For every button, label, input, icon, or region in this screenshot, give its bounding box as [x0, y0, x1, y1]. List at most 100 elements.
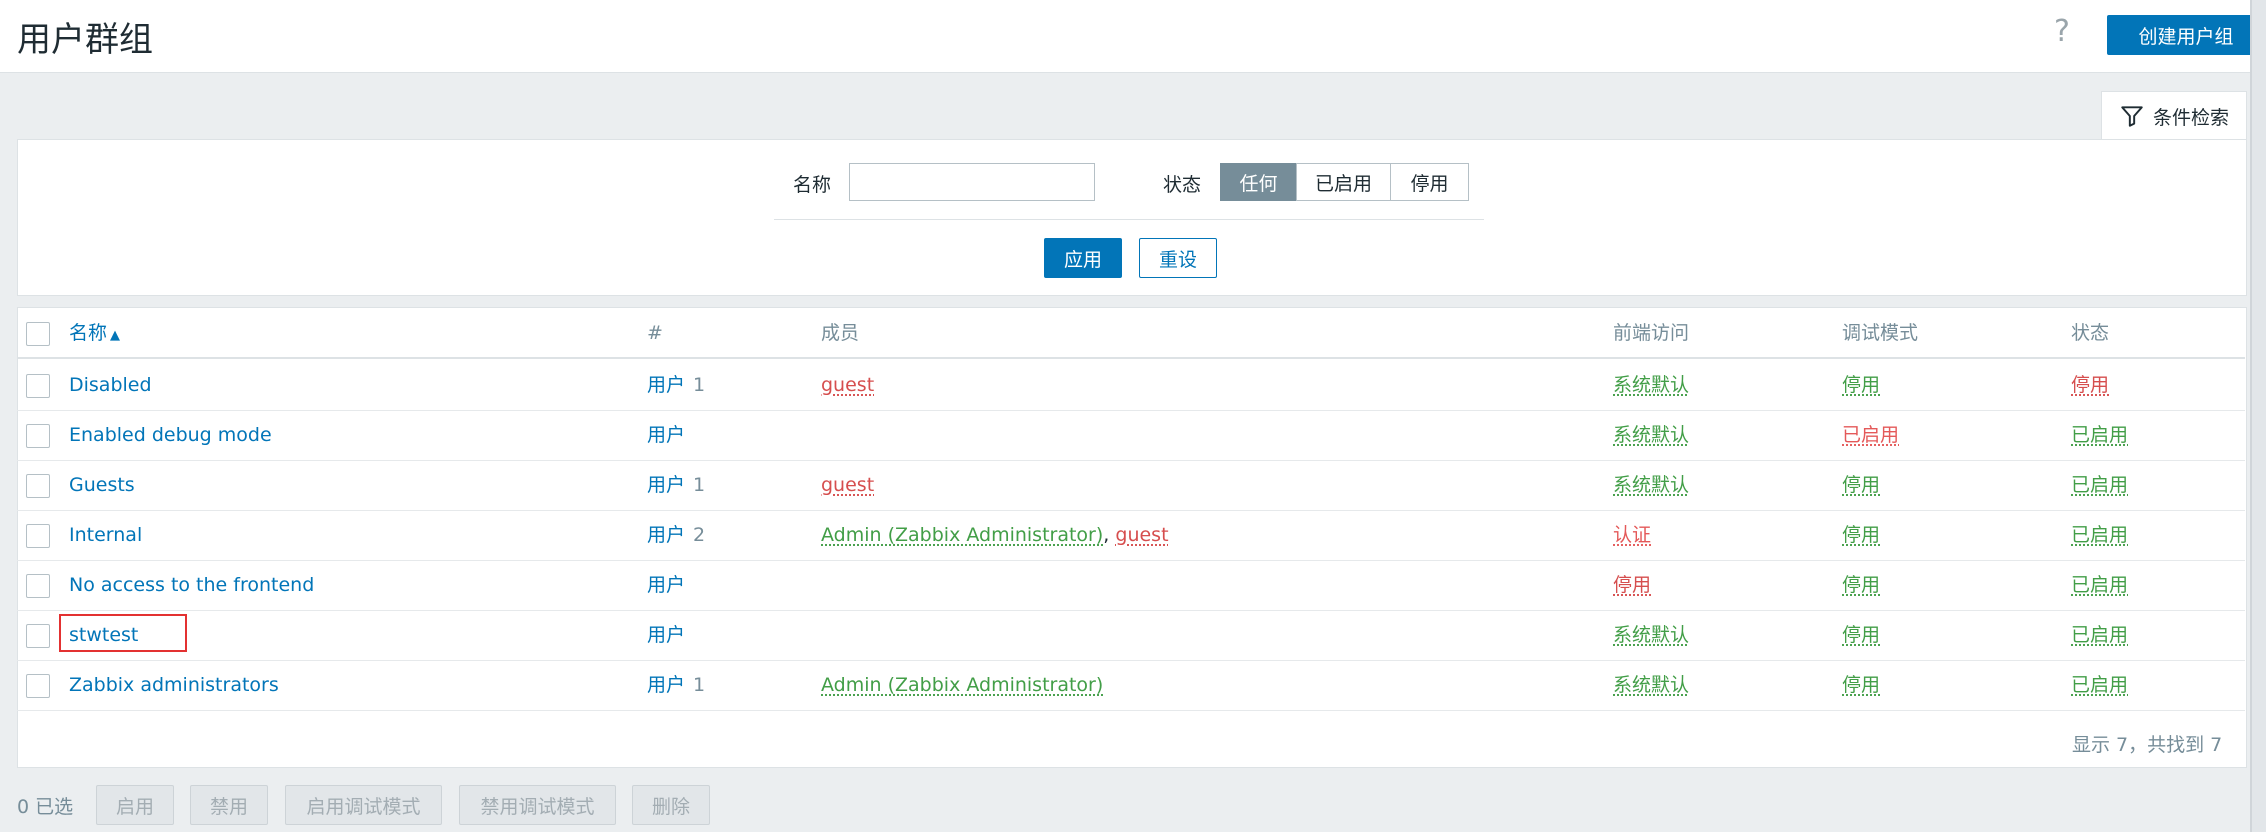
status-cell: 停用 [2071, 360, 2109, 410]
debug-mode-link[interactable]: 停用 [1842, 524, 1880, 546]
highlight-box [59, 614, 187, 652]
status-any-option[interactable]: 任何 [1220, 163, 1297, 201]
debug-mode-link[interactable]: 停用 [1842, 474, 1880, 496]
debug-mode-cell: 停用 [1842, 510, 1880, 560]
frontend-access-cell: 停用 [1613, 560, 1651, 610]
delete-button[interactable]: 删除 [632, 785, 710, 825]
users-link[interactable]: 用户 [647, 574, 685, 596]
scrollbar[interactable] [2250, 0, 2266, 832]
name-filter-input[interactable] [849, 163, 1095, 201]
disable-debug-button[interactable]: 禁用调试模式 [459, 785, 616, 825]
name-filter-label: 名称 [793, 174, 832, 196]
table-row: stwtest 用户 系统默认 停用 已启用 [17, 610, 2245, 661]
status-link[interactable]: 已启用 [2071, 524, 2128, 546]
sort-asc-icon: ▲ [110, 328, 121, 343]
row-checkbox[interactable] [26, 524, 50, 548]
status-filter-label: 状态 [1163, 174, 1202, 196]
status-link[interactable]: 已启用 [2071, 674, 2128, 696]
name-sort-link[interactable]: 名称 [69, 322, 107, 344]
enable-button[interactable]: 启用 [96, 785, 174, 825]
status-cell: 已启用 [2071, 610, 2128, 660]
frontend-access-cell: 系统默认 [1613, 410, 1689, 460]
member-link[interactable]: guest [821, 374, 874, 396]
users-link[interactable]: 用户 [647, 524, 685, 546]
group-name-link[interactable]: Internal [69, 510, 142, 560]
table-row: Guests 用户 1 guest 系统默认 停用 已启用 [17, 460, 2245, 511]
filter-panel [17, 139, 2247, 296]
debug-mode-link[interactable]: 停用 [1842, 674, 1880, 696]
members-cell: guest [821, 460, 874, 510]
filter-tab[interactable]: 条件检索 [2101, 91, 2247, 140]
row-checkbox[interactable] [26, 374, 50, 398]
hash-column-header: # [647, 322, 663, 344]
status-column-header: 状态 [2071, 322, 2110, 344]
status-link[interactable]: 已启用 [2071, 474, 2128, 496]
create-user-group-button[interactable]: 创建用户组 [2107, 15, 2265, 55]
group-name-link[interactable]: Enabled debug mode [69, 410, 272, 460]
group-name-link[interactable]: Guests [69, 460, 135, 510]
member-link[interactable]: Admin (Zabbix Administrator) [821, 524, 1103, 546]
name-column-header[interactable]: 名称 ▲ [69, 308, 120, 358]
frontend-access-link[interactable]: 系统默认 [1613, 424, 1689, 446]
frontend-access-link[interactable]: 停用 [1613, 574, 1651, 596]
frontend-access-link[interactable]: 系统默认 [1613, 474, 1689, 496]
row-checkbox[interactable] [26, 624, 50, 648]
frontend-access-cell: 系统默认 [1613, 460, 1689, 510]
debug-mode-link[interactable]: 停用 [1842, 624, 1880, 646]
status-cell: 已启用 [2071, 410, 2128, 460]
users-link[interactable]: 用户 [647, 374, 685, 396]
users-cell: 用户 1 [647, 360, 705, 410]
member-link[interactable]: guest [1115, 524, 1168, 546]
users-count: 1 [693, 374, 706, 396]
help-icon[interactable]: ? [2054, 14, 2070, 49]
status-enabled-option[interactable]: 已启用 [1296, 163, 1391, 201]
debug-mode-link[interactable]: 已启用 [1842, 424, 1899, 446]
users-count: 2 [693, 524, 706, 546]
users-link[interactable]: 用户 [647, 424, 685, 446]
member-link[interactable]: Admin (Zabbix Administrator) [821, 674, 1103, 696]
row-checkbox[interactable] [26, 574, 50, 598]
page-header: 用户群组 ? 创建用户组 [0, 0, 2265, 73]
users-cell: 用户 [647, 610, 693, 660]
users-cell: 用户 2 [647, 510, 705, 560]
table-row: Enabled debug mode 用户 系统默认 已启用 已启用 [17, 410, 2245, 461]
frontend-access-cell: 系统默认 [1613, 360, 1689, 410]
group-name-link[interactable]: Zabbix administrators [69, 660, 279, 710]
status-link[interactable]: 已启用 [2071, 424, 2128, 446]
disable-button[interactable]: 禁用 [190, 785, 268, 825]
apply-button[interactable]: 应用 [1044, 238, 1122, 278]
frontend-access-link[interactable]: 认证 [1613, 524, 1651, 546]
row-checkbox[interactable] [26, 474, 50, 498]
status-cell: 已启用 [2071, 460, 2128, 510]
row-checkbox[interactable] [26, 424, 50, 448]
users-cell: 用户 1 [647, 460, 705, 510]
group-name-link[interactable]: Disabled [69, 360, 152, 410]
reset-button[interactable]: 重设 [1139, 238, 1217, 278]
debug-mode-cell: 停用 [1842, 560, 1880, 610]
enable-debug-button[interactable]: 启用调试模式 [285, 785, 442, 825]
frontend-access-cell: 系统默认 [1613, 660, 1689, 710]
selected-count: 0 已选 [17, 796, 74, 818]
group-name-link[interactable]: No access to the frontend [69, 560, 314, 610]
status-link[interactable]: 停用 [2071, 374, 2109, 396]
select-all-checkbox[interactable] [26, 322, 50, 346]
status-disabled-option[interactable]: 停用 [1390, 163, 1469, 201]
table-row: Zabbix administrators 用户 1 Admin (Zabbix Ad… [17, 660, 2245, 711]
status-cell: 已启用 [2071, 510, 2128, 560]
frontend-access-link[interactable]: 系统默认 [1613, 674, 1689, 696]
users-link[interactable]: 用户 [647, 674, 685, 696]
frontend-access-link[interactable]: 系统默认 [1613, 374, 1689, 396]
debug-mode-cell: 停用 [1842, 610, 1880, 660]
filter-tab-label: 条件检索 [2152, 106, 2229, 129]
status-cell: 已启用 [2071, 560, 2128, 610]
status-link[interactable]: 已启用 [2071, 574, 2128, 596]
users-link[interactable]: 用户 [647, 474, 685, 496]
users-link[interactable]: 用户 [647, 624, 685, 646]
users-cell: 用户 1 [647, 660, 705, 710]
member-link[interactable]: guest [821, 474, 874, 496]
row-checkbox[interactable] [26, 674, 50, 698]
debug-mode-link[interactable]: 停用 [1842, 574, 1880, 596]
status-link[interactable]: 已启用 [2071, 624, 2128, 646]
frontend-access-link[interactable]: 系统默认 [1613, 624, 1689, 646]
debug-mode-link[interactable]: 停用 [1842, 374, 1880, 396]
